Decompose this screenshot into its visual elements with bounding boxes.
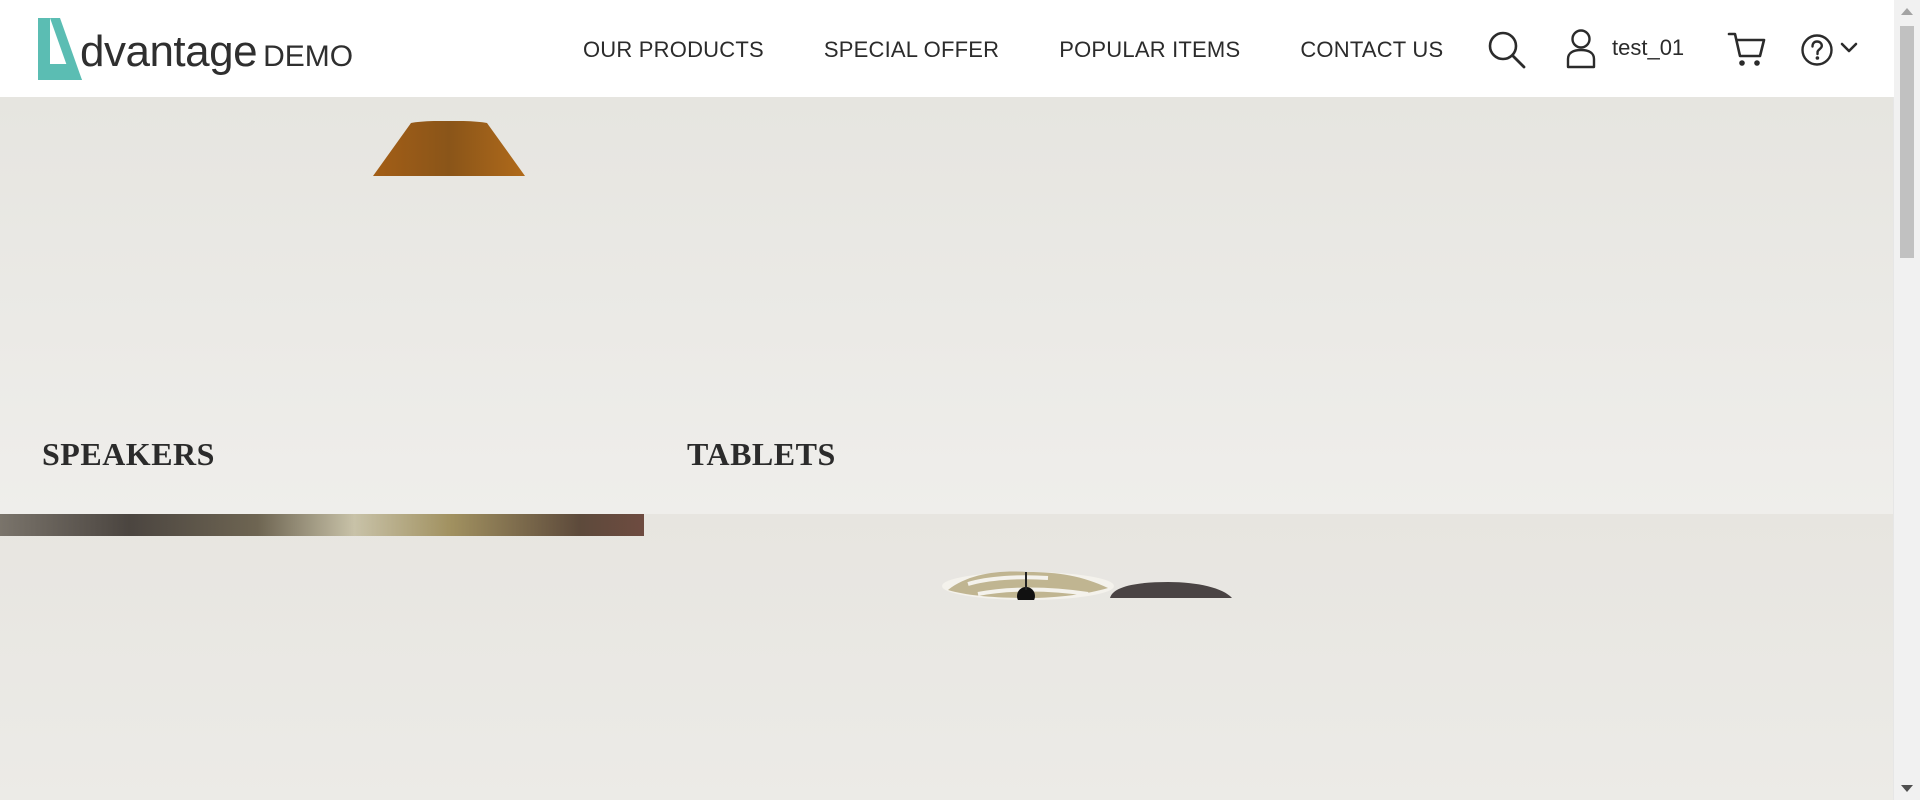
username-label[interactable]: test_01 (1612, 35, 1684, 61)
search-icon[interactable] (1487, 30, 1527, 70)
nav-contact-us[interactable]: CONTACT US (1300, 37, 1443, 63)
chevron-down-icon[interactable] (1840, 42, 1858, 54)
brand-logo[interactable]: dvantage DEMO (34, 14, 353, 84)
lamp-image (373, 121, 525, 176)
brand-name: dvantage (80, 27, 258, 76)
scroll-thumb[interactable] (1900, 26, 1914, 258)
speaker-photo-image (0, 514, 644, 536)
tablet-product-image (942, 571, 1232, 600)
category-tablets-panel[interactable] (0, 514, 1894, 800)
main-nav: OUR PRODUCTS SPECIAL OFFER POPULAR ITEMS… (583, 37, 1503, 63)
page-scrollbar[interactable] (1893, 0, 1920, 800)
nav-our-products[interactable]: OUR PRODUCTS (583, 37, 764, 63)
help-icon[interactable] (1800, 33, 1834, 67)
nav-special-offer[interactable]: SPECIAL OFFER (824, 37, 999, 63)
cart-icon[interactable] (1727, 30, 1767, 68)
user-icon[interactable] (1565, 27, 1597, 69)
category-title-speakers[interactable]: SPEAKERS (42, 436, 215, 473)
site-header: dvantage DEMO OUR PRODUCTS SPECIAL OFFER… (0, 0, 1894, 97)
category-title-tablets[interactable]: TABLETS (687, 436, 836, 473)
scroll-up-arrow-icon[interactable] (1901, 8, 1913, 15)
nav-popular-items[interactable]: POPULAR ITEMS (1059, 37, 1240, 63)
logo-mark-icon (38, 18, 82, 80)
category-speakers-panel[interactable] (0, 97, 1894, 514)
brand-suffix: DEMO (263, 40, 354, 73)
scroll-down-arrow-icon[interactable] (1901, 785, 1913, 792)
